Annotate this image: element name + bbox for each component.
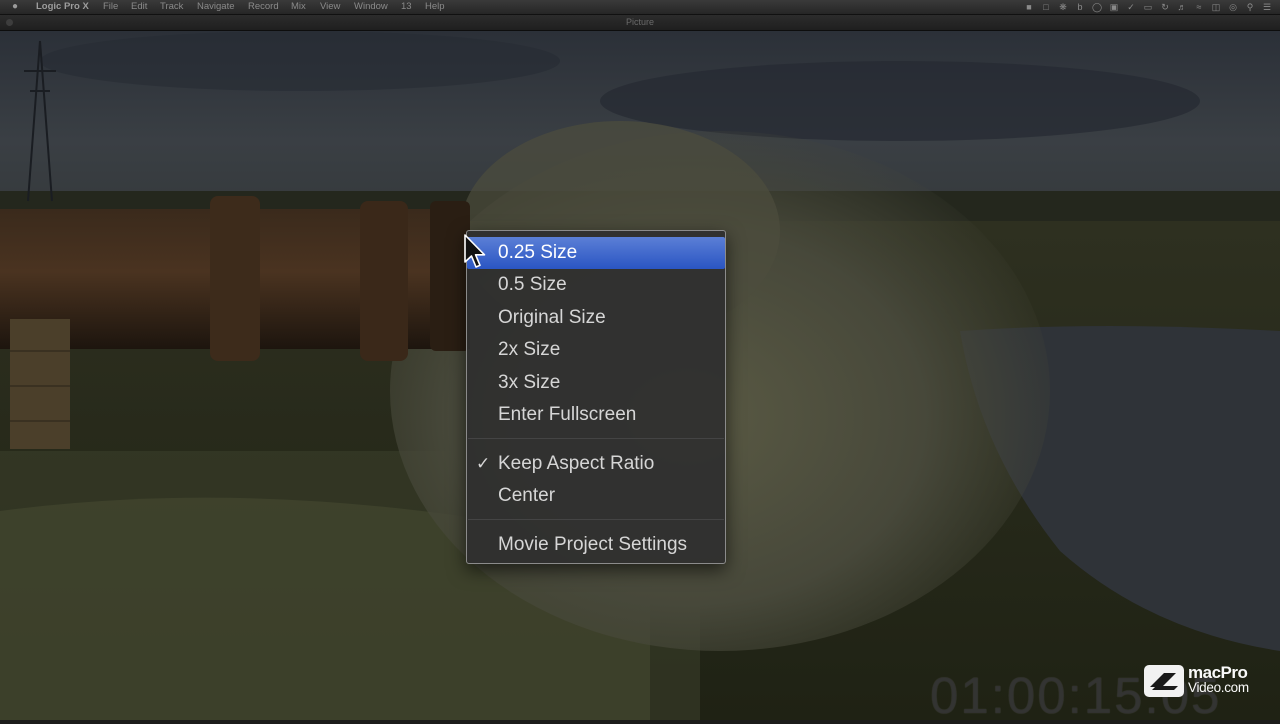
status-icons: ■ □ ❋ b ◯ ▣ ✓ ▭ ↻ ♬ ≈ ◫ ◎ ⚲ ☰ (1024, 2, 1272, 12)
arrow-cursor-icon (464, 234, 486, 268)
search-icon[interactable]: ⚲ (1245, 2, 1255, 12)
menu-navigate[interactable]: Navigate (197, 0, 235, 14)
logo-mark-icon (1144, 665, 1184, 697)
macprovideo-logo: macPro Video.com (1144, 664, 1264, 697)
window-title: Picture (625, 17, 654, 27)
apple-icon[interactable]: ● (12, 0, 18, 14)
menu-item-label: Keep Aspect Ratio (498, 453, 655, 474)
window-title-bar: Picture (0, 15, 1280, 31)
status-icon-9[interactable]: ↻ (1160, 2, 1170, 12)
status-icon-4[interactable]: b (1075, 2, 1085, 12)
menu-view[interactable]: View (320, 0, 340, 14)
menu-bar: ● Logic Pro X File Edit Track Navigate R… (0, 0, 1280, 15)
status-icon-5[interactable]: ◯ (1092, 2, 1102, 12)
menu-item-keep-aspect-ratio[interactable]: ✓ Keep Aspect Ratio (467, 448, 725, 480)
menu-separator (468, 519, 724, 520)
logo-text-line2: Video.com (1188, 680, 1249, 695)
menu-record[interactable]: Record (248, 0, 279, 14)
checkmark-icon: ✓ (476, 454, 491, 473)
menu-file[interactable]: File (103, 0, 118, 14)
list-icon[interactable]: ☰ (1262, 2, 1272, 12)
context-menu: 0.25 Size 0.5 Size Original Size 2x Size… (466, 230, 726, 564)
status-icon-10[interactable]: ◫ (1211, 2, 1221, 12)
wifi-icon[interactable]: ≈ (1194, 2, 1204, 12)
menu-item-2x-size[interactable]: 2x Size (467, 334, 725, 366)
menu-item-enter-fullscreen[interactable]: Enter Fullscreen (467, 399, 725, 431)
menu-item-movie-project-settings[interactable]: Movie Project Settings (467, 529, 725, 561)
menu-window[interactable]: Window (354, 0, 388, 14)
menu-app-name[interactable]: Logic Pro X (36, 0, 89, 14)
menu-item-center[interactable]: Center (467, 480, 725, 512)
menu-edit[interactable]: Edit (131, 0, 147, 14)
status-icon-3[interactable]: ❋ (1058, 2, 1068, 12)
menu-item-3x-size[interactable]: 3x Size (467, 367, 725, 399)
status-icon-2[interactable]: □ (1041, 2, 1051, 12)
close-button[interactable] (6, 19, 13, 26)
status-icon-1[interactable]: ■ (1024, 2, 1034, 12)
menu-mix[interactable]: Mix (291, 0, 306, 14)
status-icon-6[interactable]: ▣ (1109, 2, 1119, 12)
menu-track[interactable]: Track (160, 0, 183, 14)
status-icon-11[interactable]: ◎ (1228, 2, 1238, 12)
volume-icon[interactable]: ♬ (1177, 2, 1187, 12)
status-icon-7[interactable]: ✓ (1126, 2, 1136, 12)
menu-item-0.25-size[interactable]: 0.25 Size (467, 237, 725, 269)
menu-help[interactable]: Help (425, 0, 445, 14)
menu-item-0.5-size[interactable]: 0.5 Size (467, 269, 725, 301)
menu-13[interactable]: 13 (401, 0, 412, 14)
menu-separator (468, 438, 724, 439)
status-icon-8[interactable]: ▭ (1143, 2, 1153, 12)
menu-item-original-size[interactable]: Original Size (467, 302, 725, 334)
